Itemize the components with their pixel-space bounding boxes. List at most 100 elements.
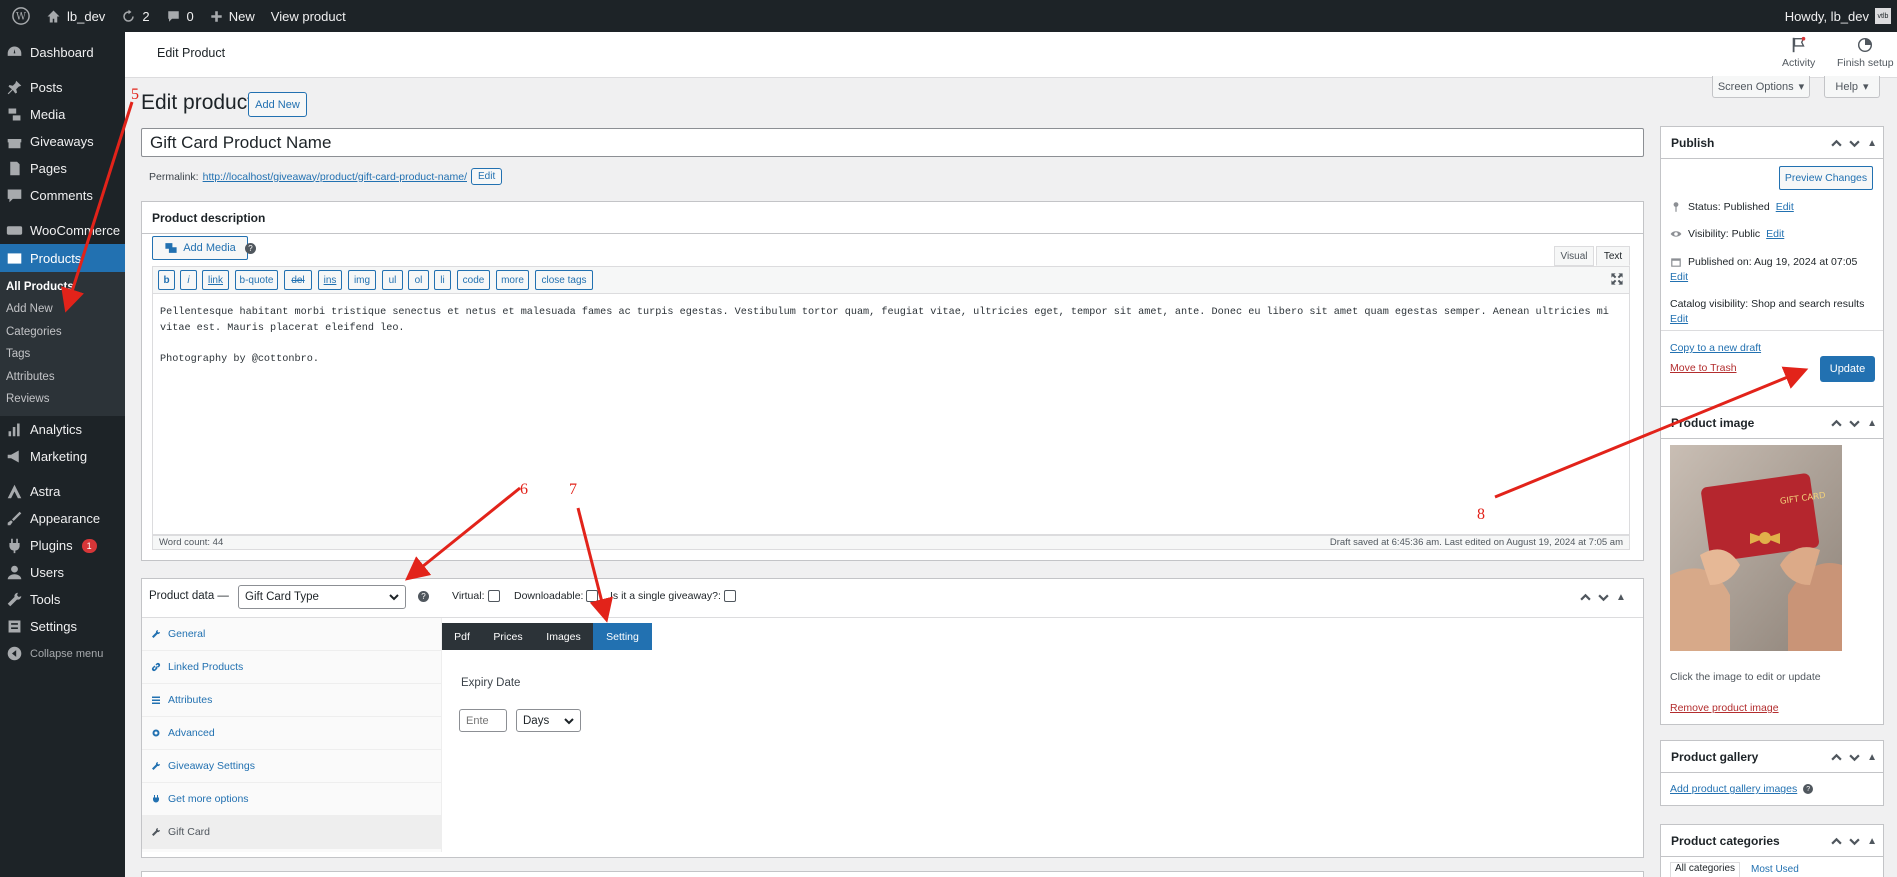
giftcard-tab-pdf[interactable]: Pdf: [442, 623, 482, 650]
menu-products[interactable]: Products: [0, 244, 125, 272]
menu-dashboard[interactable]: Dashboard: [0, 39, 125, 66]
pd-tab-attributes[interactable]: Attributes: [142, 684, 441, 717]
wordpress-logo[interactable]: W: [4, 0, 38, 32]
permalink-url[interactable]: http://localhost/giveaway/product/gift-c…: [203, 171, 467, 183]
pd-tab-linked-products[interactable]: Linked Products: [142, 651, 441, 684]
single-giveaway-checkbox[interactable]: [723, 590, 736, 602]
product-image-thumbnail[interactable]: GIFT CARD: [1670, 445, 1842, 651]
submenu-attributes[interactable]: Attributes: [0, 366, 125, 388]
quicktag-li-button[interactable]: li: [434, 270, 451, 290]
chevron-up-icon[interactable]: [1831, 836, 1842, 847]
submenu-add-new[interactable]: Add New: [0, 298, 125, 320]
chevron-up-icon[interactable]: [1831, 418, 1842, 429]
view-product-link[interactable]: View product: [263, 0, 354, 32]
caret-up-icon[interactable]: ▲: [1867, 752, 1877, 763]
quicktag-ins-button[interactable]: ins: [318, 270, 342, 290]
update-button[interactable]: Update: [1820, 356, 1875, 382]
remove-product-image-link[interactable]: Remove product image: [1670, 702, 1779, 714]
help-icon[interactable]: ?: [418, 591, 429, 602]
help-icon[interactable]: ?: [245, 243, 256, 254]
menu-plugins[interactable]: Plugins 1: [0, 532, 125, 559]
menu-giveaways[interactable]: Giveaways: [0, 128, 125, 155]
quicktag-ul-button[interactable]: ul: [382, 270, 403, 290]
menu-comments[interactable]: Comments: [0, 182, 125, 209]
permalink-edit-button[interactable]: Edit: [471, 168, 503, 185]
downloadable-checkbox[interactable]: [586, 590, 599, 602]
add-media-button[interactable]: Add Media: [152, 236, 248, 260]
quicktag-link-button[interactable]: link: [202, 270, 229, 290]
quicktag-bquote-button[interactable]: b-quote: [235, 270, 278, 290]
chevron-down-icon[interactable]: [1598, 592, 1609, 603]
virtual-checkbox[interactable]: [487, 590, 500, 602]
quicktag-bold-button[interactable]: b: [158, 270, 175, 290]
submenu-tags[interactable]: Tags: [0, 343, 125, 365]
site-name-link[interactable]: lb_dev: [38, 0, 113, 32]
copy-to-draft-link[interactable]: Copy to a new draft: [1670, 342, 1761, 354]
caret-up-icon[interactable]: ▲: [1867, 836, 1877, 847]
quicktag-code-button[interactable]: code: [457, 270, 490, 290]
caret-up-icon[interactable]: ▲: [1867, 138, 1877, 149]
chevron-down-icon[interactable]: [1849, 418, 1860, 429]
tab-visual[interactable]: Visual: [1554, 246, 1594, 266]
submenu-reviews[interactable]: Reviews: [0, 388, 125, 410]
giftcard-tab-images[interactable]: Images: [534, 623, 593, 650]
chevron-up-icon[interactable]: [1580, 592, 1591, 603]
finish-setup-button[interactable]: Finish setup: [1837, 36, 1894, 69]
status-edit-link[interactable]: Edit: [1776, 201, 1794, 213]
menu-astra[interactable]: Astra: [0, 478, 125, 505]
my-account[interactable]: Howdy, lb_dev vtlb: [1785, 0, 1891, 32]
chevron-down-icon[interactable]: [1849, 752, 1860, 763]
chevron-down-icon[interactable]: [1849, 836, 1860, 847]
tab-all-categories[interactable]: All categories: [1670, 862, 1741, 877]
screen-options-button[interactable]: Screen Options ▾: [1712, 76, 1810, 98]
preview-changes-button[interactable]: Preview Changes: [1779, 166, 1873, 190]
tab-most-used[interactable]: Most Used: [1751, 864, 1799, 875]
expiry-value-input[interactable]: [459, 709, 507, 732]
catalog-edit-link[interactable]: Edit: [1670, 313, 1688, 325]
quicktag-del-button[interactable]: del: [284, 270, 312, 290]
submenu-all-products[interactable]: All Products: [0, 276, 125, 298]
move-to-trash-link[interactable]: Move to Trash: [1670, 362, 1737, 374]
menu-analytics[interactable]: Analytics: [0, 416, 125, 443]
activity-button[interactable]: Activity: [1782, 36, 1815, 69]
comments-link[interactable]: 0: [158, 0, 202, 32]
help-button[interactable]: Help ▾: [1824, 76, 1880, 98]
caret-up-icon[interactable]: ▲: [1616, 592, 1626, 603]
chevron-down-icon[interactable]: [1849, 138, 1860, 149]
fullscreen-icon[interactable]: [1610, 272, 1624, 286]
pd-tab-giveaway-settings[interactable]: Giveaway Settings: [142, 750, 441, 783]
quicktag-more-button[interactable]: more: [496, 270, 529, 290]
menu-woocommerce[interactable]: WooCommerce: [0, 217, 125, 244]
add-new-product-button[interactable]: Add New: [248, 92, 307, 117]
submenu-categories[interactable]: Categories: [0, 321, 125, 343]
new-content-link[interactable]: New: [202, 0, 263, 32]
tab-text[interactable]: Text: [1596, 246, 1630, 266]
menu-settings[interactable]: Settings: [0, 613, 125, 640]
pd-tab-advanced[interactable]: Advanced: [142, 717, 441, 750]
menu-marketing[interactable]: Marketing: [0, 443, 125, 470]
product-type-select[interactable]: Gift Card Type: [238, 585, 406, 609]
chevron-up-icon[interactable]: [1831, 138, 1842, 149]
giftcard-tab-setting[interactable]: Setting: [593, 623, 652, 650]
pd-tab-get-more-options[interactable]: Get more options: [142, 783, 441, 816]
quicktag-close-tags-button[interactable]: close tags: [535, 270, 593, 290]
expiry-unit-select[interactable]: Days: [516, 709, 581, 732]
menu-pages[interactable]: Pages: [0, 155, 125, 182]
menu-appearance[interactable]: Appearance: [0, 505, 125, 532]
menu-posts[interactable]: Posts: [0, 74, 125, 101]
caret-up-icon[interactable]: ▲: [1867, 418, 1877, 429]
pd-tab-gift-card[interactable]: Gift Card: [142, 816, 441, 849]
menu-users[interactable]: Users: [0, 559, 125, 586]
published-on-edit-link[interactable]: Edit: [1670, 271, 1688, 283]
quicktag-italic-button[interactable]: i: [180, 270, 197, 290]
help-icon[interactable]: ?: [1803, 784, 1814, 794]
add-gallery-images-link[interactable]: Add product gallery images: [1670, 783, 1797, 795]
chevron-up-icon[interactable]: [1831, 752, 1842, 763]
menu-tools[interactable]: Tools: [0, 586, 125, 613]
giftcard-tab-prices[interactable]: Prices: [482, 623, 534, 650]
quicktag-img-button[interactable]: img: [348, 270, 376, 290]
updates-link[interactable]: 2: [113, 0, 157, 32]
menu-media[interactable]: Media: [0, 101, 125, 128]
menu-collapse[interactable]: Collapse menu: [0, 640, 125, 667]
visibility-edit-link[interactable]: Edit: [1766, 228, 1784, 240]
